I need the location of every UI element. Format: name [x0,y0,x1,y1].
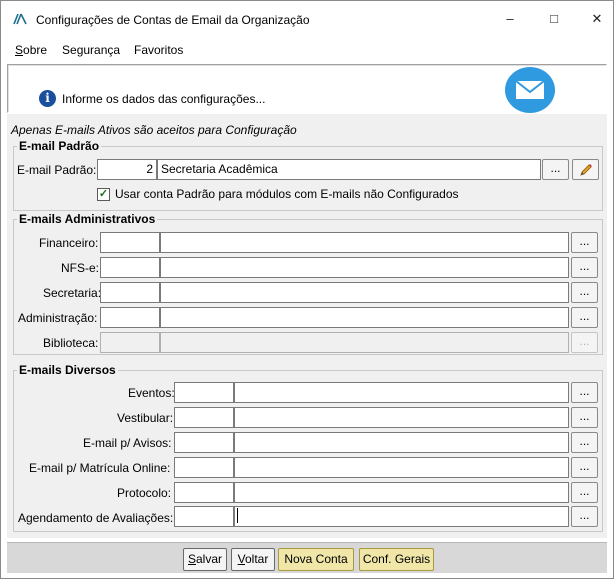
matricula-online-label: E-mail p/ Matrícula Online: [29,461,171,475]
salvar-button[interactable]: Salvar [183,548,227,571]
button-bar: Salvar Voltar Nova Conta Conf. Gerais [7,542,607,573]
financeiro-name-input[interactable] [160,232,569,253]
avisos-lookup-button[interactable]: ... [571,432,598,453]
matricula-online-name-input[interactable] [234,457,569,478]
window-title: Configurações de Contas de Email da Orga… [36,13,310,27]
matricula-online-code-input[interactable] [174,457,234,478]
active-emails-note: Apenas E-mails Ativos são aceitos para C… [11,123,297,137]
menu-sobre[interactable]: Sobre [15,43,47,57]
protocolo-name-input[interactable] [234,482,569,503]
protocolo-label: Protocolo: [117,486,172,500]
administracao-name-input[interactable] [160,307,569,328]
biblioteca-label: Biblioteca: [43,336,99,350]
email-padrao-code-input[interactable]: 2 [97,159,157,180]
protocolo-lookup-button[interactable]: ... [571,482,598,503]
use-default-checkbox[interactable]: ✓ [97,188,110,201]
pencil-icon [580,164,592,176]
voltar-button[interactable]: Voltar [231,548,275,571]
menu-favoritos[interactable]: Favoritos [134,43,183,57]
secretaria-lookup-button[interactable]: ... [571,282,598,303]
nfse-label: NFS-e: [61,261,100,275]
menu-bar: Sobre Segurança Favoritos [1,39,613,61]
avisos-label: E-mail p/ Avisos: [83,436,172,450]
close-icon[interactable]: ✕ [585,8,609,30]
edit-pencil-button[interactable] [572,159,599,180]
use-default-checkbox-label: Usar conta Padrão para módulos com E-mai… [115,187,459,201]
envelope-icon [505,67,555,113]
minimize-icon[interactable]: – [498,8,522,30]
vestibular-name-input[interactable] [234,407,569,428]
title-bar: Configurações de Contas de Email da Orga… [1,1,613,37]
eventos-name-input[interactable] [234,382,569,403]
banner-text: Informe os dados das configurações... [62,92,266,106]
nfse-lookup-button[interactable]: ... [571,257,598,278]
secretaria-name-input[interactable] [160,282,569,303]
email-padrao-name-input[interactable]: Secretaria Acadêmica [157,159,541,180]
text-cursor [237,508,238,523]
info-icon: i [39,90,56,107]
financeiro-label: Financeiro: [39,236,99,250]
eventos-label: Eventos: [128,386,175,400]
secretaria-code-input[interactable] [100,282,160,303]
matricula-online-lookup-button[interactable]: ... [571,457,598,478]
app-logo-icon [13,13,27,25]
app-window: Configurações de Contas de Email da Orga… [0,0,614,579]
conf-gerais-button[interactable]: Conf. Gerais [359,548,434,571]
agendamento-name-input[interactable] [234,506,569,527]
administracao-code-input[interactable] [100,307,160,328]
nova-conta-button[interactable]: Nova Conta [278,548,354,571]
vestibular-code-input[interactable] [174,407,234,428]
emails-administrativos-legend: E-mails Administrativos [17,212,158,226]
biblioteca-code-input [100,332,160,353]
emails-diversos-legend: E-mails Diversos [17,363,118,377]
administracao-lookup-button[interactable]: ... [571,307,598,328]
email-padrao-label: E-mail Padrão: [17,163,97,177]
vestibular-label: Vestibular: [117,411,174,425]
agendamento-code-input[interactable] [174,506,234,527]
nfse-code-input[interactable] [100,257,160,278]
protocolo-code-input[interactable] [174,482,234,503]
avisos-name-input[interactable] [234,432,569,453]
vestibular-lookup-button[interactable]: ... [571,407,598,428]
eventos-lookup-button[interactable]: ... [571,382,598,403]
menu-seguranca[interactable]: Segurança [62,43,120,57]
eventos-code-input[interactable] [174,382,234,403]
financeiro-code-input[interactable] [100,232,160,253]
info-banner: i Informe os dados das configurações... [7,64,607,113]
nfse-name-input[interactable] [160,257,569,278]
agendamento-lookup-button[interactable]: ... [571,506,598,527]
email-padrao-lookup-button[interactable]: ... [542,159,569,180]
biblioteca-lookup-button: ... [571,332,598,353]
financeiro-lookup-button[interactable]: ... [571,232,598,253]
agendamento-label: Agendamento de Avaliações: [18,511,174,525]
biblioteca-name-input [160,332,569,353]
secretaria-label: Secretaria: [43,286,102,300]
maximize-icon[interactable]: □ [542,8,566,30]
avisos-code-input[interactable] [174,432,234,453]
administracao-label: Administração: [18,311,98,325]
email-padrao-legend: E-mail Padrão [17,139,102,153]
